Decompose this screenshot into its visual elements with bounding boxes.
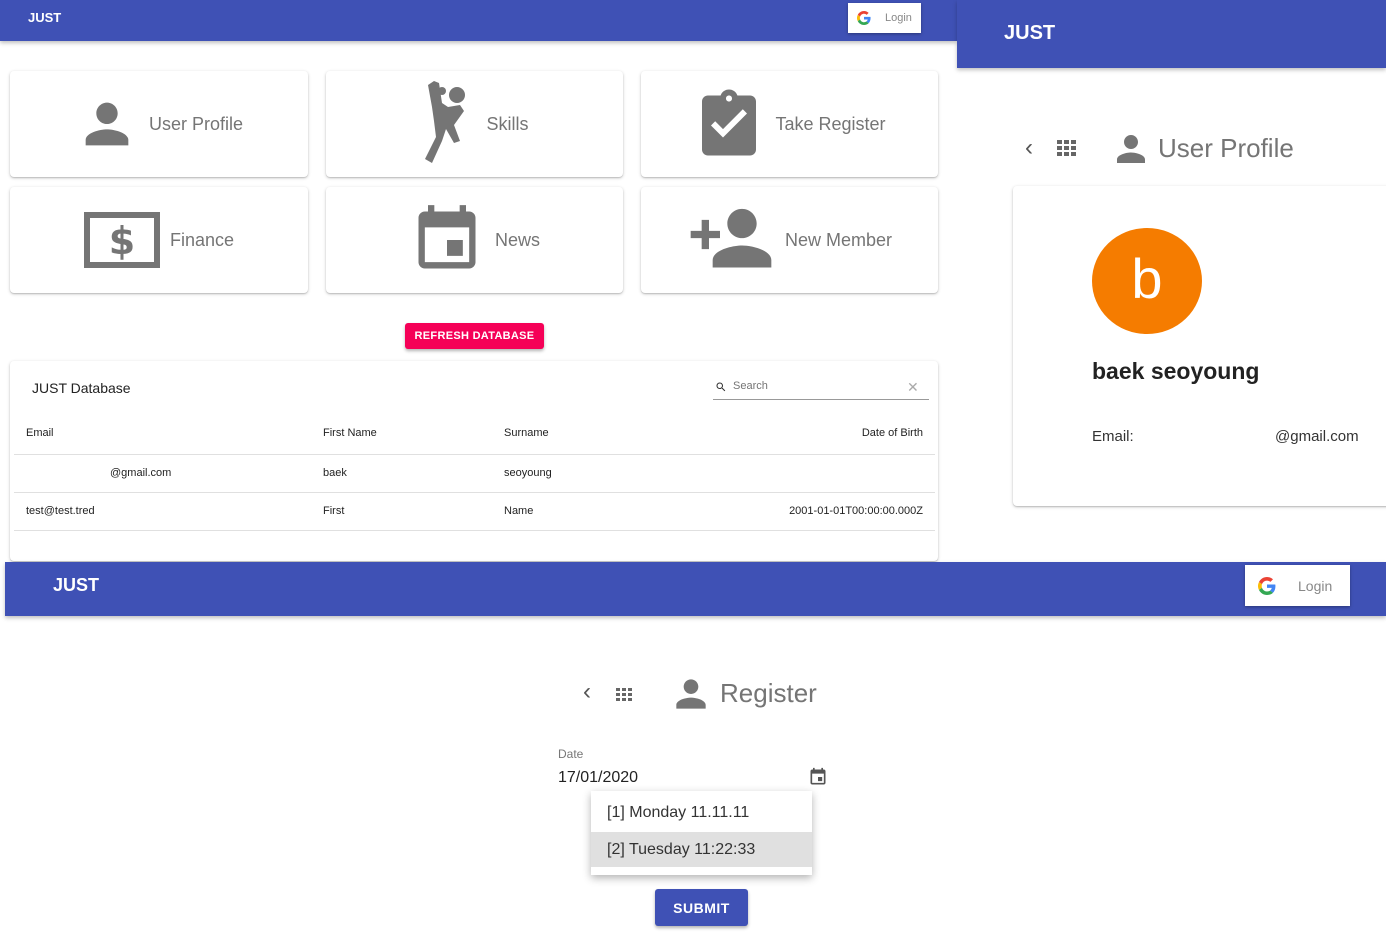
- money-icon: $: [83, 212, 160, 268]
- tile-take-register[interactable]: Take Register: [641, 71, 938, 177]
- cell-surname: Name: [504, 505, 534, 517]
- col-header-first-name[interactable]: First Name: [323, 427, 377, 439]
- clear-search-icon[interactable]: ✕: [907, 379, 919, 396]
- email-value: @gmail.com: [1275, 428, 1359, 445]
- tile-new-member[interactable]: New Member: [641, 187, 938, 293]
- register-panel: JUST Login ‹ Register Date 17/01/2020 [1…: [0, 562, 1386, 952]
- avatar-letter: b: [1131, 246, 1163, 310]
- date-label: Date: [558, 747, 584, 761]
- google-icon: [857, 11, 871, 25]
- database-table-card: JUST Database ✕ Email First Name Surname…: [10, 361, 938, 561]
- person-icon: [85, 102, 129, 146]
- login-label: Login: [1298, 577, 1333, 594]
- dashboard-appbar: JUST Login: [0, 0, 957, 41]
- app-title: JUST: [1004, 22, 1056, 44]
- tile-user-profile[interactable]: User Profile: [10, 71, 308, 177]
- login-label: Login: [885, 12, 912, 24]
- tile-label: Finance: [169, 229, 235, 250]
- cell-email: @gmail.com: [110, 467, 172, 479]
- person-icon: [676, 679, 706, 709]
- col-header-email[interactable]: Email: [26, 427, 54, 439]
- table-title: JUST Database: [32, 380, 131, 396]
- profile-appbar: JUST: [957, 0, 1386, 68]
- dropdown-option-selected[interactable]: [2] Tuesday 11:22:33: [591, 832, 812, 867]
- google-login-button[interactable]: Login: [1245, 565, 1350, 606]
- col-header-date-of-birth[interactable]: Date of Birth: [862, 427, 923, 439]
- search-field[interactable]: ✕: [713, 377, 929, 400]
- cell-first-name: baek: [323, 467, 347, 479]
- table-row[interactable]: test@test.tred First Name 2001-01-01T00:…: [10, 493, 938, 530]
- submit-label: SUBMIT: [673, 899, 730, 916]
- person-add-icon: [690, 208, 772, 268]
- profile-page-title: User Profile: [1158, 133, 1294, 163]
- calendar-event-icon: [418, 205, 476, 269]
- cell-surname: seoyoung: [504, 467, 552, 479]
- tile-finance[interactable]: $ Finance: [10, 187, 308, 293]
- tile-label: New Member: [784, 229, 893, 250]
- time-options-dropdown: [1] Monday 11.11.11 [2] Tuesday 11:22:33: [591, 791, 812, 875]
- grid-icon[interactable]: [616, 688, 634, 702]
- dropdown-option[interactable]: [1] Monday 11.11.11: [591, 795, 812, 831]
- profile-panel: JUST ‹ User Profile b baek seoyoung Emai…: [957, 0, 1386, 562]
- date-value: 17/01/2020: [558, 769, 639, 786]
- date-field[interactable]: 17/01/2020: [558, 762, 830, 792]
- tile-label: News: [494, 229, 540, 250]
- back-chevron-icon[interactable]: ‹: [583, 678, 591, 706]
- avatar: b: [1092, 228, 1202, 334]
- dropdown-option-label: [2] Tuesday 11:22:33: [607, 840, 756, 858]
- person-icon: [1117, 135, 1145, 163]
- google-icon: [1258, 576, 1276, 595]
- app-title: JUST: [28, 10, 62, 25]
- email-label: Email:: [1092, 428, 1134, 445]
- grid-icon[interactable]: [1057, 140, 1077, 156]
- tile-news[interactable]: News: [326, 187, 623, 293]
- tile-skills[interactable]: Skills: [326, 71, 623, 177]
- table-row[interactable]: @gmail.com baek seoyoung: [10, 455, 938, 492]
- app-title: JUST: [53, 575, 100, 595]
- col-header-surname[interactable]: Surname: [504, 427, 549, 439]
- tile-label: Skills: [486, 113, 529, 134]
- profile-name: baek seoyoung: [1092, 358, 1260, 384]
- register-page-title: Register: [720, 678, 817, 708]
- profile-card: b baek seoyoung Email: @gmail.com: [1013, 186, 1386, 506]
- dashboard-panel: JUST Login User Profile Skills Take Regi…: [0, 0, 957, 561]
- search-icon: [716, 382, 726, 392]
- cell-dob: 2001-01-01T00:00:00.000Z: [789, 505, 923, 517]
- clipboard-check-icon: [702, 89, 757, 156]
- calendar-icon[interactable]: [808, 767, 828, 787]
- search-input[interactable]: [733, 380, 893, 392]
- tile-label: Take Register: [775, 113, 886, 134]
- handball-icon: [425, 81, 466, 163]
- submit-button[interactable]: SUBMIT: [655, 889, 748, 926]
- google-login-button[interactable]: Login: [848, 3, 921, 33]
- register-appbar: JUST Login: [5, 562, 1386, 616]
- back-chevron-icon[interactable]: ‹: [1025, 134, 1033, 162]
- dropdown-option-label: [1] Monday 11.11.11: [607, 804, 750, 821]
- tile-label: User Profile: [148, 113, 244, 134]
- refresh-label: REFRESH DATABASE: [414, 330, 535, 342]
- refresh-database-button[interactable]: REFRESH DATABASE: [405, 323, 544, 349]
- cell-first-name: First: [323, 505, 345, 517]
- cell-email: test@test.tred: [26, 505, 95, 517]
- row-divider: [14, 530, 935, 531]
- svg-text:$: $: [109, 219, 135, 263]
